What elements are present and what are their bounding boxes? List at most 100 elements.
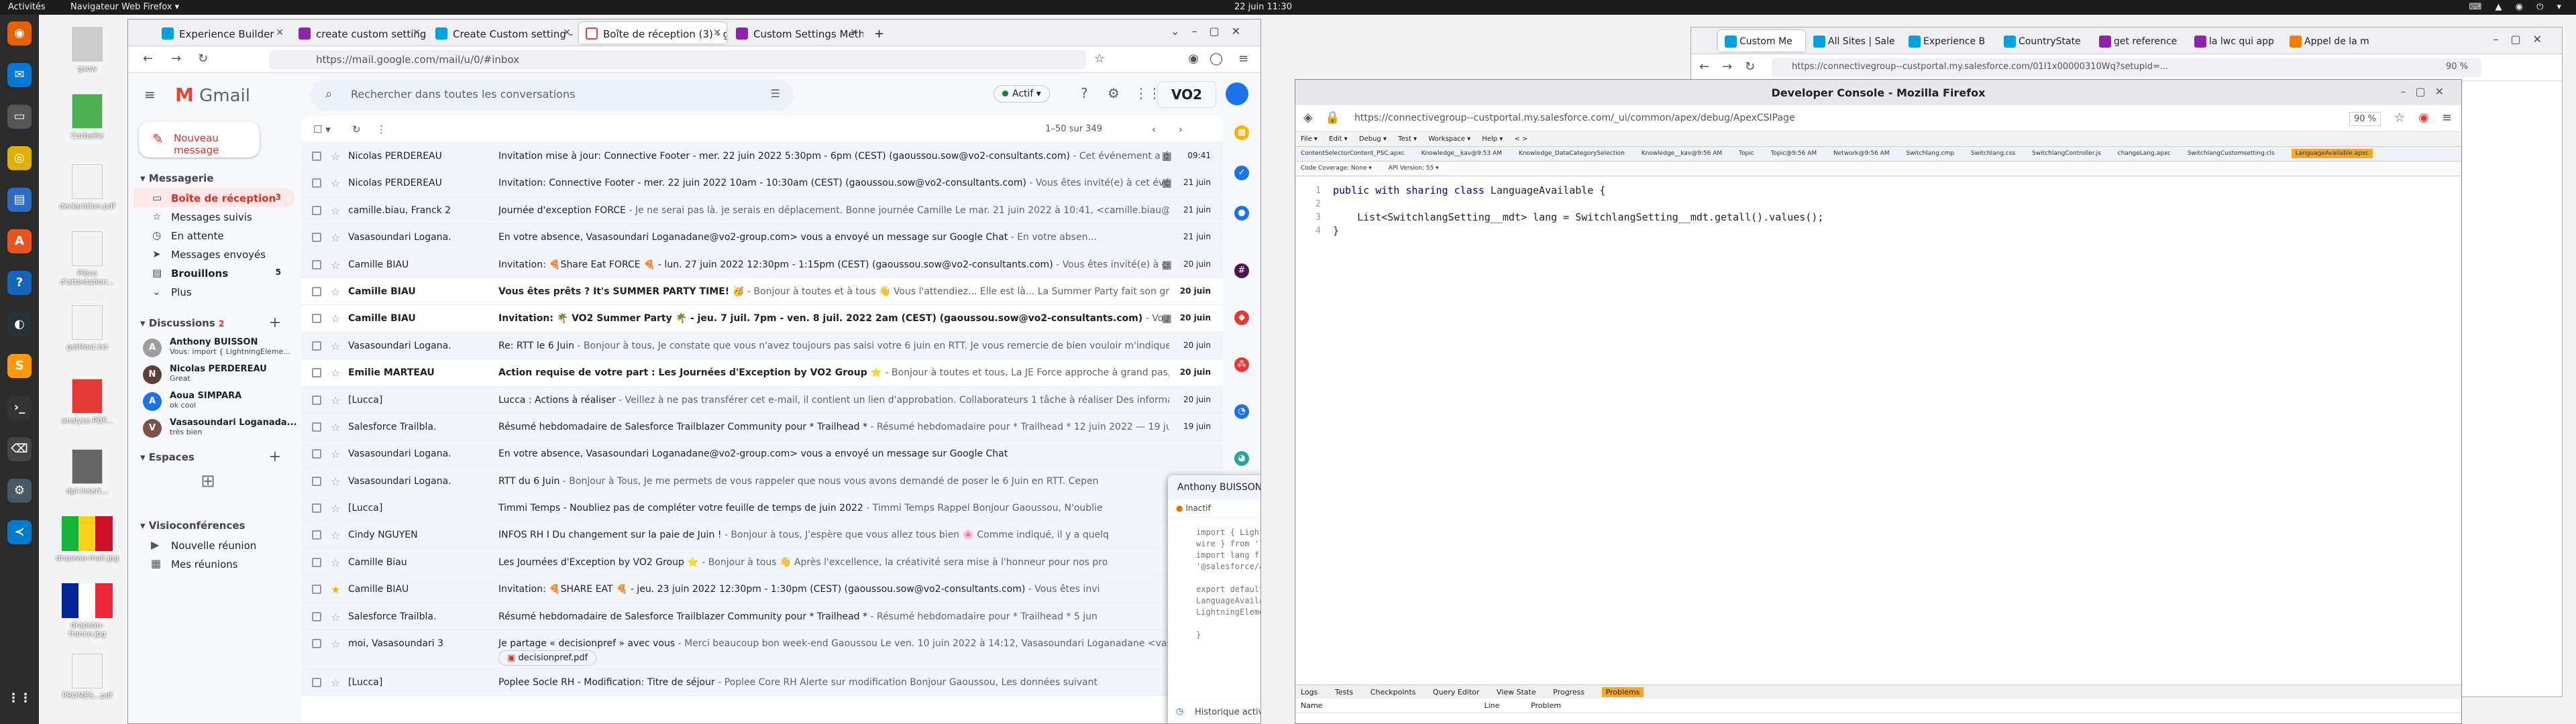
chat-item[interactable]: A Anthony BUISSON Vous: import { Lightning… — [133, 336, 298, 363]
folder-snoozed[interactable]: ◷ En attente — [133, 226, 294, 245]
email-row[interactable]: ☆ Camille Biau Les Journées d'Exception by… — [301, 548, 1223, 577]
new-chat-icon[interactable]: + — [269, 314, 281, 331]
discussions-header[interactable]: ▾ Discussions 2 — [140, 317, 224, 329]
star-icon[interactable]: ☆ — [331, 367, 340, 379]
menu-icon[interactable]: ≡ — [2442, 111, 2452, 125]
select-all-checkbox[interactable]: ☐ ▾ — [313, 123, 331, 135]
email-row[interactable]: ☆ Vasasoundari Logana. RTT du 6 Juin - Bon… — [301, 467, 1223, 495]
email-row[interactable]: ☆ Cindy NGUYEN INFOS RH I Du changement su… — [301, 522, 1223, 549]
folder-starred[interactable]: ☆ Messages suivis — [133, 207, 294, 226]
editor-tab[interactable]: Switchlang.cmp — [1906, 150, 1953, 157]
email-row[interactable]: ☆ Nicolas PERDEREAU Invitation mise à jour… — [301, 143, 1223, 170]
tab[interactable]: create custom setting c ✕ — [292, 22, 426, 44]
star-icon[interactable]: ☆ — [331, 231, 340, 244]
forward-icon[interactable]: → — [1722, 60, 1732, 74]
editor-tab[interactable]: Topic — [1739, 150, 1754, 157]
status-selector[interactable]: Actif ▾ — [994, 85, 1050, 103]
menu-icon[interactable]: ≡ — [1238, 52, 1248, 66]
star-icon[interactable]: ☆ — [331, 421, 340, 434]
search-input[interactable]: ⌕ Rechercher dans toutes les conversatio… — [311, 80, 794, 111]
help-icon[interactable]: ? — [7, 271, 32, 295]
filter-icon[interactable]: ☰ — [771, 87, 780, 100]
email-row[interactable]: ☆ Vasasoundari Logana. En votre absence, V… — [301, 224, 1223, 251]
tab[interactable]: Appel de la m — [2283, 30, 2383, 52]
gmail-logo[interactable]: M Gmail — [175, 84, 250, 106]
row-checkbox[interactable] — [312, 678, 321, 688]
pocket-icon[interactable]: ◉ — [2418, 111, 2429, 125]
menu-test[interactable]: Test ▾ — [1398, 135, 1417, 143]
email-row[interactable]: ☆ Salesforce Trailbla. Résumé hebdomadaire… — [301, 413, 1223, 441]
account-icon[interactable]: ◯ — [1210, 52, 1223, 66]
tab-gmail[interactable]: Boîte de réception (3) - g ✕ — [579, 22, 727, 44]
app-menu[interactable]: Navigateur Web Firefox ▾ — [70, 2, 179, 12]
addon-icon[interactable]: ◆ — [1234, 310, 1249, 325]
prev-page-icon[interactable]: ‹ — [1152, 123, 1156, 135]
desktop-item[interactable]: drapeau-france.jpg — [54, 583, 121, 638]
window-controls[interactable]: ⌄–▢✕ — [1171, 25, 1252, 38]
back-icon[interactable]: ← — [143, 52, 153, 66]
settings-icon[interactable]: ⚙ — [7, 479, 32, 503]
close-tab-icon[interactable]: ✕ — [563, 27, 571, 38]
email-row[interactable]: ☆ moi, Vasasoundari 3 Je partage « decisio… — [301, 630, 1223, 670]
menu-nav[interactable]: < > — [1514, 135, 1527, 143]
row-checkbox[interactable] — [312, 152, 321, 161]
avatar[interactable] — [1226, 82, 1248, 105]
calendar-icon[interactable]: ▦ — [1162, 149, 1172, 162]
addon-icon[interactable]: ◕ — [1234, 451, 1249, 466]
star-icon[interactable]: ☆ — [331, 611, 340, 623]
email-row[interactable]: ☆ Salesforce Trailbla. Résumé hebdomadaire… — [301, 603, 1223, 631]
row-checkbox[interactable] — [312, 233, 321, 243]
bottom-tab[interactable]: Query Editor — [1433, 688, 1479, 697]
chat-item[interactable]: A Aoua SIMPARA ok cool — [133, 389, 298, 416]
chat-input[interactable]: ◷Historique activé➤ — [1168, 699, 1260, 723]
menu-debug[interactable]: Debug ▾ — [1359, 135, 1387, 143]
email-row[interactable]: ☆ Camille BIAU Invitation: 🌴 VO2 Summer Pa… — [301, 305, 1223, 333]
tab[interactable]: CountryState — [1997, 30, 2091, 52]
row-checkbox[interactable] — [312, 422, 321, 432]
editor-tab[interactable]: Knowledge_DataCategorySelection — [1519, 150, 1625, 157]
zoom-level[interactable]: 90 % — [2349, 112, 2381, 126]
main-menu-icon[interactable]: ≡ — [144, 86, 156, 103]
star-icon[interactable]: ☆ — [331, 150, 340, 163]
row-checkbox[interactable] — [312, 503, 321, 514]
tab[interactable]: Experience B — [1902, 30, 1996, 52]
star-icon[interactable]: ☆ — [331, 638, 340, 650]
star-icon[interactable]: ☆ — [331, 475, 340, 488]
star-icon[interactable]: ☆ — [331, 340, 340, 353]
my-meetings-button[interactable]: ▦ Mes réunions — [133, 554, 294, 573]
folder-drafts[interactable]: ▤ Brouillons 5 — [133, 263, 294, 282]
folder-inbox[interactable]: ▭ Boîte de réception 3 — [133, 188, 294, 207]
calendar-icon[interactable]: ▦ — [1234, 125, 1249, 140]
account-logo[interactable]: VO2 — [1157, 81, 1216, 108]
bottom-tab[interactable]: Progress — [1553, 688, 1585, 697]
meet-header[interactable]: ▾ Visioconférences — [140, 520, 245, 532]
forward-icon[interactable]: → — [171, 52, 181, 66]
row-checkbox[interactable] — [312, 585, 321, 595]
row-checkbox[interactable] — [312, 286, 321, 296]
folder-sent[interactable]: ➤ Messages envoyés — [133, 245, 294, 263]
chat-item[interactable]: N Nicolas PERDEREAU Great — [133, 363, 298, 389]
window-controls[interactable]: –▢✕ — [2493, 33, 2554, 46]
system-tray[interactable]: ⌨ ▲ ◉ ⏻ ▾ — [2469, 2, 2567, 12]
email-row[interactable]: ☆ Vasasoundari Logana. Re: RTT le 6 Juin -… — [301, 332, 1223, 360]
tab[interactable]: get reference — [2092, 30, 2186, 52]
editor-tab[interactable]: Knowledge__kav@9:56 AM — [1642, 150, 1722, 157]
eclipse-icon[interactable]: ◐ — [7, 312, 32, 337]
desktop-item[interactable]: Pièce d'attestation... — [54, 231, 121, 286]
contacts-icon[interactable]: ● — [1234, 206, 1249, 221]
row-checkbox[interactable] — [312, 368, 321, 378]
email-row[interactable]: ☆ Emilie MARTEAU Action requise de votre p… — [301, 359, 1223, 387]
row-checkbox[interactable] — [312, 639, 321, 649]
desktop-item[interactable]: declaration.pdf — [54, 164, 121, 210]
close-tab-icon[interactable]: ✕ — [713, 27, 721, 38]
bottom-tab[interactable]: View State — [1497, 688, 1536, 697]
new-meeting-button[interactable]: ▶ Nouvelle réunion — [133, 536, 294, 554]
tab[interactable]: Custom Me — [1718, 30, 1805, 52]
tab[interactable]: All Sites | Sale — [1807, 30, 1900, 52]
star-icon[interactable]: ☆ — [331, 177, 340, 190]
attachment-chip[interactable]: ▣ decisionpref.pdf — [498, 650, 597, 666]
back-icon[interactable]: ← — [1699, 60, 1709, 74]
star-icon[interactable]: ☆ — [331, 448, 340, 461]
bottom-tab[interactable]: Checkpoints — [1371, 688, 1416, 697]
bottom-tab-active[interactable]: Problems — [1601, 687, 1644, 697]
